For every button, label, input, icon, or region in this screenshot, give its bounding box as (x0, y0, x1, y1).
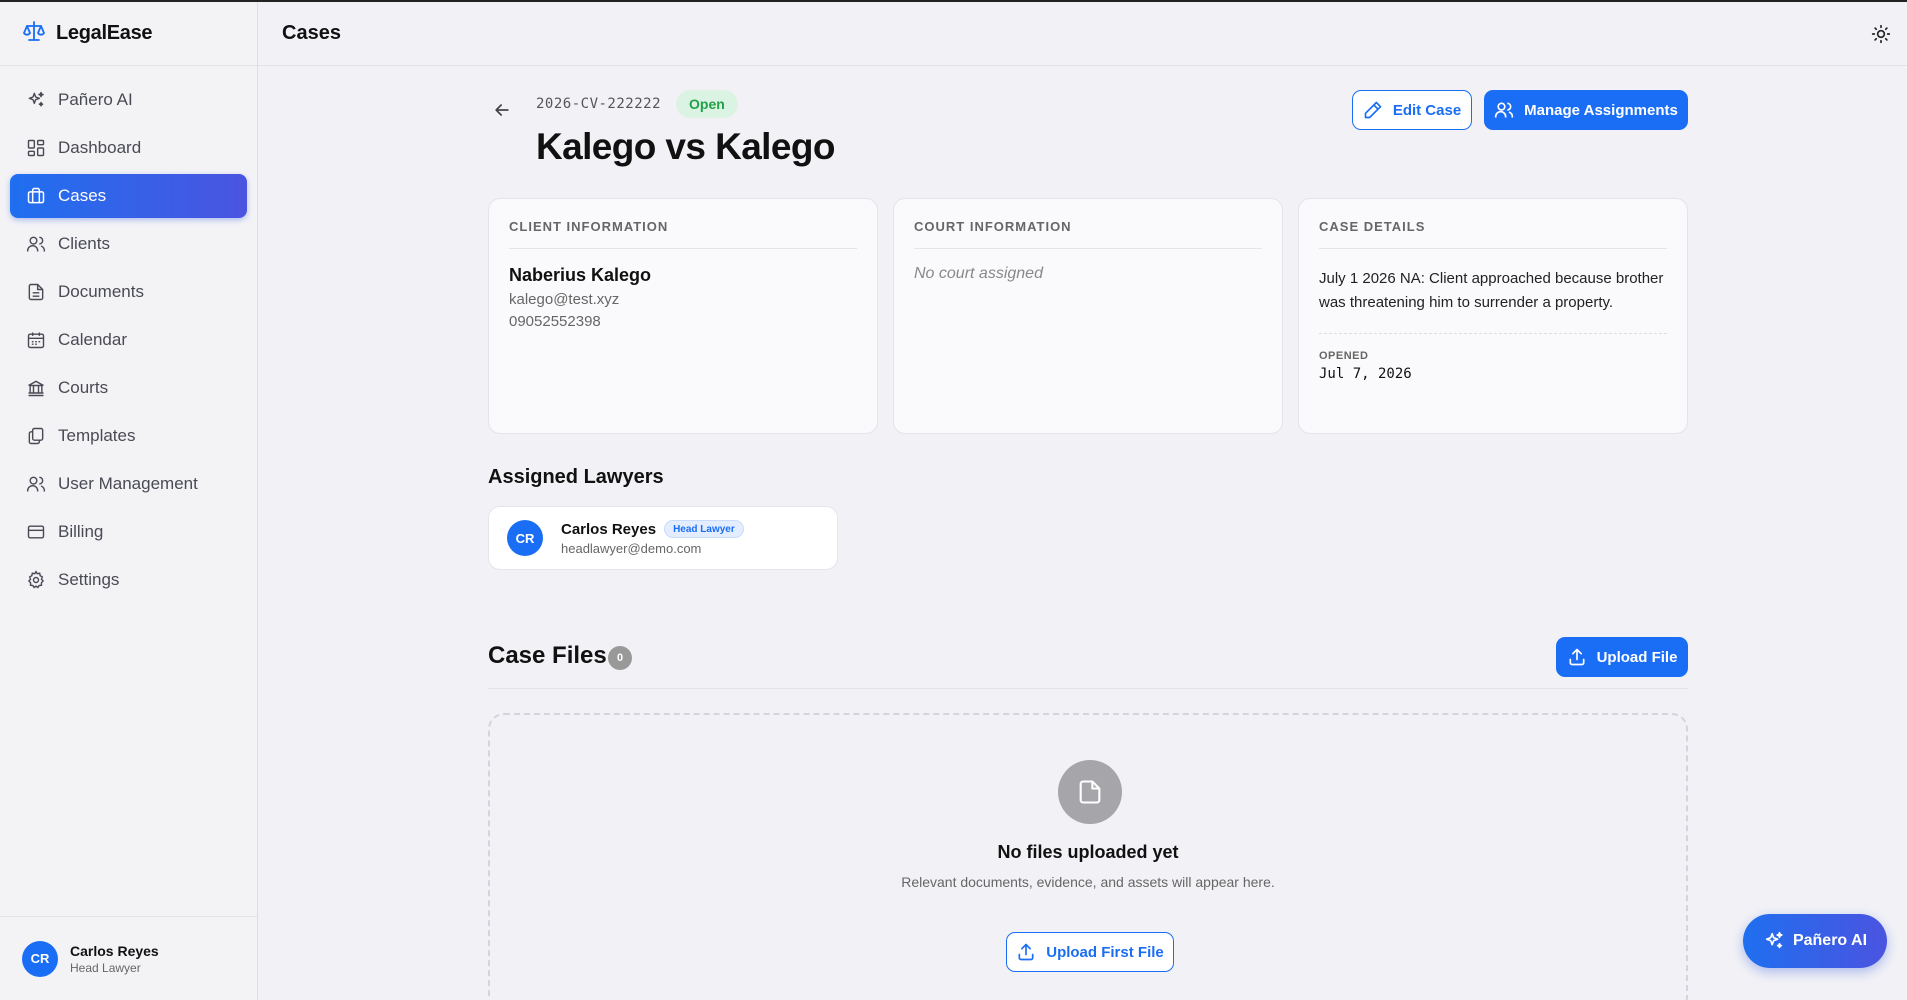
page-header: Cases (258, 2, 1907, 66)
sidebar: LegalEase Pañero AI Dashboard Cases Clie… (0, 2, 258, 1000)
empty-state-title: No files uploaded yet (997, 842, 1179, 862)
sidebar-item-label: Documents (58, 282, 144, 301)
edit-case-label: Edit Case (1392, 101, 1462, 119)
client-phone: 09052552398 (509, 313, 601, 330)
client-name: Naberius Kalego (509, 265, 652, 285)
brand-name: LegalEase (56, 22, 153, 44)
opened-label: OPENED (1319, 350, 1369, 362)
scales-icon (22, 19, 46, 48)
manage-assignments-button[interactable]: Manage Assignments (1484, 90, 1688, 130)
sidebar-user[interactable]: CR Carlos Reyes Head Lawyer (0, 916, 257, 1000)
fab-label: Pañero AI (1792, 932, 1868, 949)
panero-ai-fab-button[interactable]: Pañero AI (1743, 914, 1887, 968)
status-badge: Open (676, 90, 738, 118)
sidebar-item-cases[interactable]: Cases (10, 174, 247, 218)
manage-assignments-label: Manage Assignments (1524, 101, 1678, 119)
lawyer-email: headlawyer@demo.com (561, 541, 702, 556)
avatar: CR (507, 520, 543, 556)
case-files-title: Case Files (488, 642, 607, 669)
assigned-lawyers-title: Assigned Lawyers (488, 466, 664, 488)
card-heading: CLIENT INFORMATION (509, 219, 857, 249)
sidebar-item-dashboard[interactable]: Dashboard (10, 126, 247, 170)
sun-icon[interactable] (1871, 24, 1891, 44)
sidebar-item-panero-ai[interactable]: Pañero AI (10, 78, 247, 122)
empty-state-subtitle: Relevant documents, evidence, and assets… (901, 874, 1275, 890)
sidebar-item-label: Cases (58, 186, 107, 205)
lawyer-name: Carlos Reyes (561, 520, 657, 538)
sidebar-item-label: Pañero AI (58, 90, 133, 109)
user-name: Carlos Reyes (70, 942, 159, 959)
client-email: kalego@test.xyz (509, 291, 620, 308)
empty-file-icon (1058, 760, 1122, 824)
no-court-text: No court assigned (914, 265, 1043, 282)
page-title: Cases (282, 22, 341, 44)
courthouse-icon (28, 380, 44, 397)
sidebar-item-templates[interactable]: Templates (10, 414, 247, 458)
sidebar-item-label: Clients (58, 234, 110, 253)
sparkles-icon (28, 91, 44, 107)
sidebar-item-label: Dashboard (58, 138, 142, 157)
sidebar-item-label: User Management (58, 474, 198, 493)
card-heading: COURT INFORMATION (914, 219, 1262, 249)
divider (488, 688, 1688, 689)
calendar-icon (27, 332, 45, 349)
sidebar-item-courts[interactable]: Courts (10, 366, 247, 410)
sidebar-item-label: Billing (58, 522, 104, 541)
court-information-card: COURT INFORMATION No court assigned (893, 198, 1283, 434)
file-dropzone[interactable]: No files uploaded yet Relevant documents… (488, 713, 1688, 1000)
case-number: 2026-CV-222222 (536, 96, 662, 112)
upload-file-label: Upload File (1596, 648, 1678, 666)
sidebar-item-label: Templates (58, 426, 136, 445)
users-icon (26, 236, 46, 252)
user-role: Head Lawyer (70, 960, 141, 975)
back-arrow-icon[interactable] (492, 100, 512, 120)
upload-first-file-button[interactable]: Upload First File (1006, 932, 1174, 972)
upload-first-file-label: Upload First File (1046, 943, 1164, 961)
briefcase-icon (27, 187, 45, 204)
users-icon (1495, 102, 1514, 118)
edit-case-button[interactable]: Edit Case (1352, 90, 1472, 130)
sidebar-item-billing[interactable]: Billing (10, 510, 247, 554)
upload-file-button[interactable]: Upload File (1556, 637, 1688, 677)
upload-icon (1569, 648, 1585, 666)
lawyer-card[interactable]: CR Carlos Reyes Head Lawyer headlawyer@d… (488, 506, 838, 570)
sparkles-icon (1765, 931, 1783, 949)
pencil-icon (1364, 101, 1382, 119)
case-title: Kalego vs Kalego (536, 126, 835, 167)
sidebar-item-label: Courts (58, 378, 109, 397)
card-heading: CASE DETAILS (1319, 219, 1667, 249)
sidebar-item-label: Calendar (58, 330, 127, 349)
role-badge: Head Lawyer (664, 520, 744, 538)
dashboard-icon (27, 139, 45, 157)
upload-icon (1018, 943, 1034, 961)
gear-icon (27, 570, 45, 589)
case-details-text: July 1 2026 NA: Client approached becaus… (1319, 267, 1667, 334)
sidebar-item-label: Settings (58, 570, 120, 589)
files-count-badge: 0 (608, 646, 632, 670)
sidebar-item-clients[interactable]: Clients (10, 222, 247, 266)
templates-icon (28, 427, 44, 445)
opened-date: Jul 7, 2026 (1319, 366, 1412, 382)
credit-card-icon (27, 525, 45, 539)
client-information-card: CLIENT INFORMATION Naberius Kalego kaleg… (488, 198, 878, 434)
case-details-card: CASE DETAILS July 1 2026 NA: Client appr… (1298, 198, 1688, 434)
sidebar-item-documents[interactable]: Documents (10, 270, 247, 314)
sidebar-item-settings[interactable]: Settings (10, 558, 247, 602)
sidebar-item-calendar[interactable]: Calendar (10, 318, 247, 362)
document-icon (28, 283, 44, 301)
avatar: CR (22, 940, 58, 977)
brand[interactable]: LegalEase (0, 2, 257, 66)
sidebar-nav: Pañero AI Dashboard Cases Clients Docume… (0, 66, 257, 602)
users-icon (26, 476, 46, 492)
sidebar-item-user-management[interactable]: User Management (10, 462, 247, 506)
